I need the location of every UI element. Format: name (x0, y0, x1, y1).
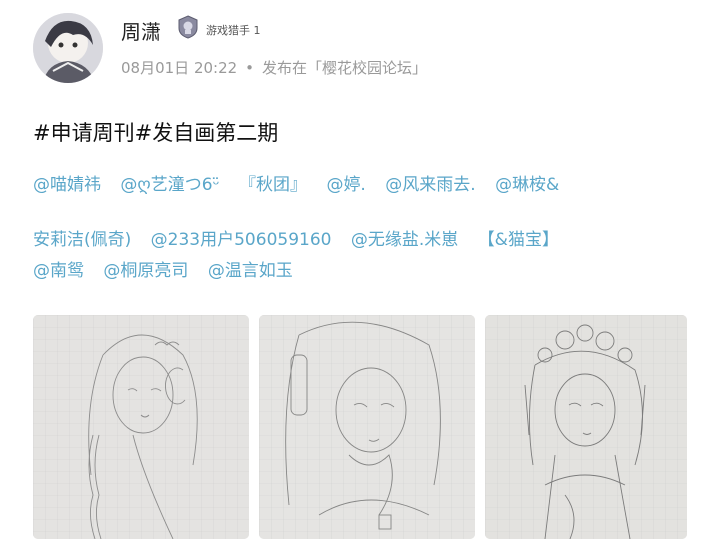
avatar[interactable] (33, 13, 103, 83)
post-meta: 08月01日 20:22 • 发布在「樱花校园论坛」 (121, 57, 427, 78)
forum-link[interactable]: 发布在「樱花校园论坛」 (262, 59, 427, 77)
user-title-badge: 游戏猎手 1 (206, 24, 261, 37)
mention-link[interactable]: @风来雨去. (385, 175, 475, 195)
mention-link[interactable]: @琳桉& (495, 175, 559, 195)
mention-link[interactable]: 安莉洁(佩奇) (33, 230, 131, 250)
sketch-image[interactable] (485, 315, 687, 539)
mentions-line: 安莉洁(佩奇) @233用户506059160 @无缘盐.米崽 【&猫宝】 (33, 225, 693, 256)
mention-link[interactable]: @喵婧祎 (33, 175, 101, 195)
post-date: 08月01日 20:22 (121, 59, 238, 77)
mentions-line: @南鸳 @桐原亮司 @温言如玉 (33, 256, 693, 287)
mention-link[interactable]: @无缘盐.米崽 (351, 230, 458, 250)
post-title: #申请周刊#发自画第二期 (33, 121, 279, 145)
game-hunter-badge-icon (176, 15, 200, 39)
mention-link[interactable]: 『秋团』 (239, 175, 307, 195)
sketch-image[interactable] (259, 315, 475, 539)
mentions-block: @喵婧祎 @ღ艺潼つ6ᵕ̈ 『秋团』 @婷. @风来雨去. @琳桉& 安莉洁(佩… (33, 170, 693, 287)
mention-link[interactable]: @温言如玉 (208, 261, 293, 281)
mention-link[interactable]: @233用户506059160 (151, 230, 332, 250)
mention-link[interactable]: @桐原亮司 (103, 261, 188, 281)
avatar-image (33, 13, 103, 83)
meta-separator: • (245, 59, 255, 77)
mention-link[interactable]: 【&猫宝】 (478, 230, 559, 250)
author-name[interactable]: 周潇 (121, 16, 161, 45)
mention-link[interactable]: @婷. (326, 175, 365, 195)
sketch-image[interactable] (33, 315, 249, 539)
mentions-line: @喵婧祎 @ღ艺潼つ6ᵕ̈ 『秋团』 @婷. @风来雨去. @琳桉& (33, 170, 693, 201)
mention-link[interactable]: @ღ艺潼つ6ᵕ̈ (120, 175, 219, 195)
mention-link[interactable]: @南鸳 (33, 261, 84, 281)
